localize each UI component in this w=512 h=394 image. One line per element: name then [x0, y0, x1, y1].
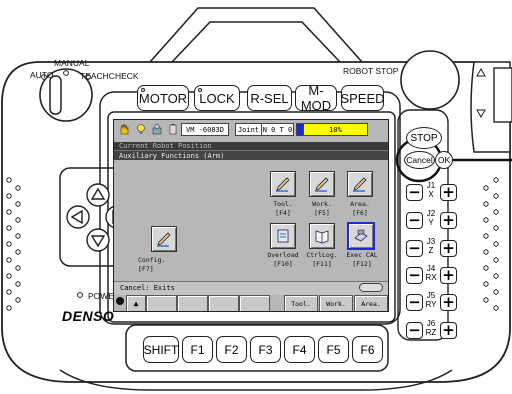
j2-label: J2 Y — [426, 209, 436, 227]
j5-label: J5 RY — [425, 291, 437, 309]
m-mod-label: M-MOD — [300, 83, 332, 113]
r-sel-label: R-SEL — [250, 90, 289, 106]
book-icon — [315, 230, 329, 244]
work-tile[interactable] — [309, 171, 335, 197]
j2-minus-button[interactable]: − — [406, 212, 423, 229]
j1-label: J1 X — [426, 181, 436, 199]
softkey-tool[interactable]: Tool. — [284, 295, 318, 311]
keyboard-toggle-icon[interactable] — [359, 283, 383, 292]
coord-mode: Joint — [235, 123, 262, 136]
j3-minus-button[interactable]: − — [406, 240, 423, 257]
pencil-icon — [353, 177, 367, 192]
mode-manual-label: MANUAL — [54, 58, 90, 68]
motor-button[interactable]: MOTOR — [137, 85, 189, 111]
exec-cal-tile[interactable] — [347, 222, 375, 250]
enable-switch[interactable] — [474, 62, 512, 152]
tool-tile[interactable] — [270, 171, 296, 197]
j6-label: J6 RZ — [425, 319, 437, 337]
j3-plus-button[interactable]: + — [440, 240, 457, 257]
cancel-button[interactable]: Cancel — [404, 151, 435, 169]
lock-label: LOCK — [199, 90, 235, 106]
f1-button[interactable]: F1 — [182, 336, 213, 363]
softkey-f1[interactable] — [146, 295, 177, 311]
softkey-f2[interactable] — [177, 295, 208, 311]
motor-led-icon — [141, 88, 145, 92]
softkey-work[interactable]: Work. — [319, 295, 353, 311]
record-indicator-icon — [116, 297, 124, 305]
j3-label: J3 Z — [426, 237, 436, 255]
ctrllog-label: CtrlLog. [F11] — [306, 251, 338, 268]
arrow-left-button[interactable] — [67, 206, 89, 228]
speed-marker — [296, 123, 304, 136]
j6-plus-button[interactable]: + — [440, 322, 457, 339]
triangle-up-icon: ▲ — [133, 299, 139, 308]
bulb-icon — [137, 124, 145, 134]
speed-value: 10% — [304, 123, 368, 136]
message-bar: Cancel: Exits — [114, 281, 388, 295]
work-label: Work. [F5] — [312, 200, 332, 217]
area-tile[interactable] — [347, 171, 373, 197]
softkey-f3[interactable] — [208, 295, 239, 311]
battery-icon — [169, 124, 177, 135]
j5-plus-button[interactable]: + — [440, 294, 457, 311]
speed-button[interactable]: SPEED — [340, 85, 385, 111]
j4-label: J4 RX — [425, 264, 437, 282]
f3-button[interactable]: F3 — [250, 336, 281, 363]
lock-led-icon — [198, 88, 202, 92]
j6-minus-button[interactable]: − — [406, 322, 423, 339]
robot-stop-label: ROBOT STOP — [343, 66, 399, 76]
pencil-icon — [315, 177, 329, 192]
tool-label: Tool. [F4] — [273, 200, 293, 217]
f6-button[interactable]: F6 — [352, 336, 383, 363]
robot-icon — [152, 123, 162, 135]
softkey-up[interactable]: ▲ — [126, 295, 146, 311]
r-sel-button[interactable]: R-SEL — [247, 85, 292, 111]
j1-minus-button[interactable]: − — [406, 184, 423, 201]
j5-minus-button[interactable]: − — [406, 294, 423, 311]
lock-button[interactable]: LOCK — [194, 85, 240, 111]
j4-minus-button[interactable]: − — [406, 267, 423, 284]
j1-plus-button[interactable]: + — [440, 184, 457, 201]
softkey-area[interactable]: Area. — [354, 295, 388, 311]
emergency-stop-button[interactable] — [401, 51, 459, 109]
mode-selector-key[interactable] — [50, 76, 61, 114]
overload-label: Overload [F10] — [267, 251, 299, 268]
pencil-icon — [157, 232, 171, 247]
mode-teachcheck-label: TEACHCHECK — [80, 71, 139, 81]
pose-indicator: N 0 T 0 — [262, 123, 294, 136]
f2-button[interactable]: F2 — [216, 336, 247, 363]
window-title: Auxiliary Functions (Arm) — [114, 150, 388, 160]
motor-label: MOTOR — [138, 90, 188, 106]
j4-plus-button[interactable]: + — [440, 267, 457, 284]
f5-button[interactable]: F5 — [318, 336, 349, 363]
m-mod-button[interactable]: M-MOD — [295, 83, 337, 113]
f4-button[interactable]: F4 — [284, 336, 315, 363]
exec-cal-label: Exec CAL [F12] — [346, 251, 378, 268]
softkey-f4-empty[interactable] — [239, 295, 270, 311]
config-tile[interactable] — [151, 226, 177, 252]
area-label: Area. [F6] — [350, 200, 370, 217]
calibrate-icon — [354, 229, 368, 242]
ok-button[interactable]: OK — [435, 151, 453, 169]
pencil-icon — [276, 177, 290, 192]
arrow-down-button[interactable] — [87, 229, 109, 251]
machine-name: VM -6083D — [181, 123, 229, 136]
arrow-up-button[interactable] — [87, 184, 109, 206]
speed-label: SPEED — [340, 90, 385, 106]
config-label: Config. [F7] — [138, 256, 166, 273]
stop-button[interactable]: STOP — [406, 127, 442, 149]
message-text: Cancel: Exits — [120, 284, 175, 292]
hand-icon — [120, 123, 129, 135]
overload-tile[interactable] — [270, 223, 296, 249]
current-title: Current Robot Position — [114, 142, 388, 150]
lcd-screen: VM -6083D Joint N 0 T 0 10% Current Robo… — [113, 119, 389, 312]
ctrllog-tile[interactable] — [309, 223, 335, 249]
denso-logo: DENSO — [62, 308, 115, 324]
shift-button[interactable]: SHIFT — [143, 336, 179, 363]
j2-plus-button[interactable]: + — [440, 212, 457, 229]
document-icon — [277, 229, 289, 243]
